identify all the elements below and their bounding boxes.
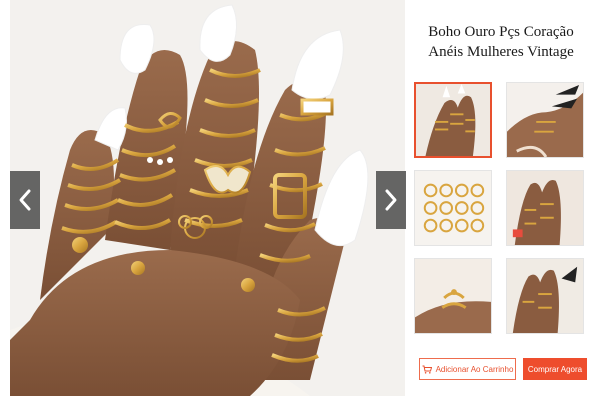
add-to-cart-button[interactable]: Adicionar Ao Carrinho xyxy=(419,358,516,380)
main-product-image xyxy=(10,0,405,396)
thumbnail-2-image xyxy=(507,83,583,157)
thumbnail-1-image xyxy=(416,84,490,156)
previous-image-button[interactable] xyxy=(10,171,40,229)
next-image-button[interactable] xyxy=(376,171,406,229)
hand-with-rings-illustration xyxy=(10,0,405,396)
product-title: Boho Ouro Pçs Coração Anéis Mulheres Vin… xyxy=(410,22,592,62)
thumbnail-4[interactable] xyxy=(506,170,584,246)
add-to-cart-label: Adicionar Ao Carrinho xyxy=(435,364,514,374)
thumbnail-1[interactable] xyxy=(414,82,492,158)
chevron-right-icon xyxy=(385,189,397,211)
cart-icon xyxy=(422,365,432,374)
thumbnail-6-image xyxy=(507,259,583,333)
product-title-line-1: Boho Ouro Pçs Coração xyxy=(428,24,574,40)
thumbnail-3[interactable] xyxy=(414,170,492,246)
thumbnail-3-image xyxy=(415,171,491,245)
buy-now-label: Comprar Agora xyxy=(527,364,583,374)
chevron-left-icon xyxy=(19,189,31,211)
thumbnail-5[interactable] xyxy=(414,258,492,334)
thumbnail-6[interactable] xyxy=(506,258,584,334)
buy-now-button[interactable]: Comprar Agora xyxy=(523,358,587,380)
thumbnail-5-image xyxy=(415,259,491,333)
thumbnail-4-image xyxy=(507,171,583,245)
thumbnail-2[interactable] xyxy=(506,82,584,158)
product-title-line-2: Anéis Mulheres Vintage xyxy=(428,44,574,60)
